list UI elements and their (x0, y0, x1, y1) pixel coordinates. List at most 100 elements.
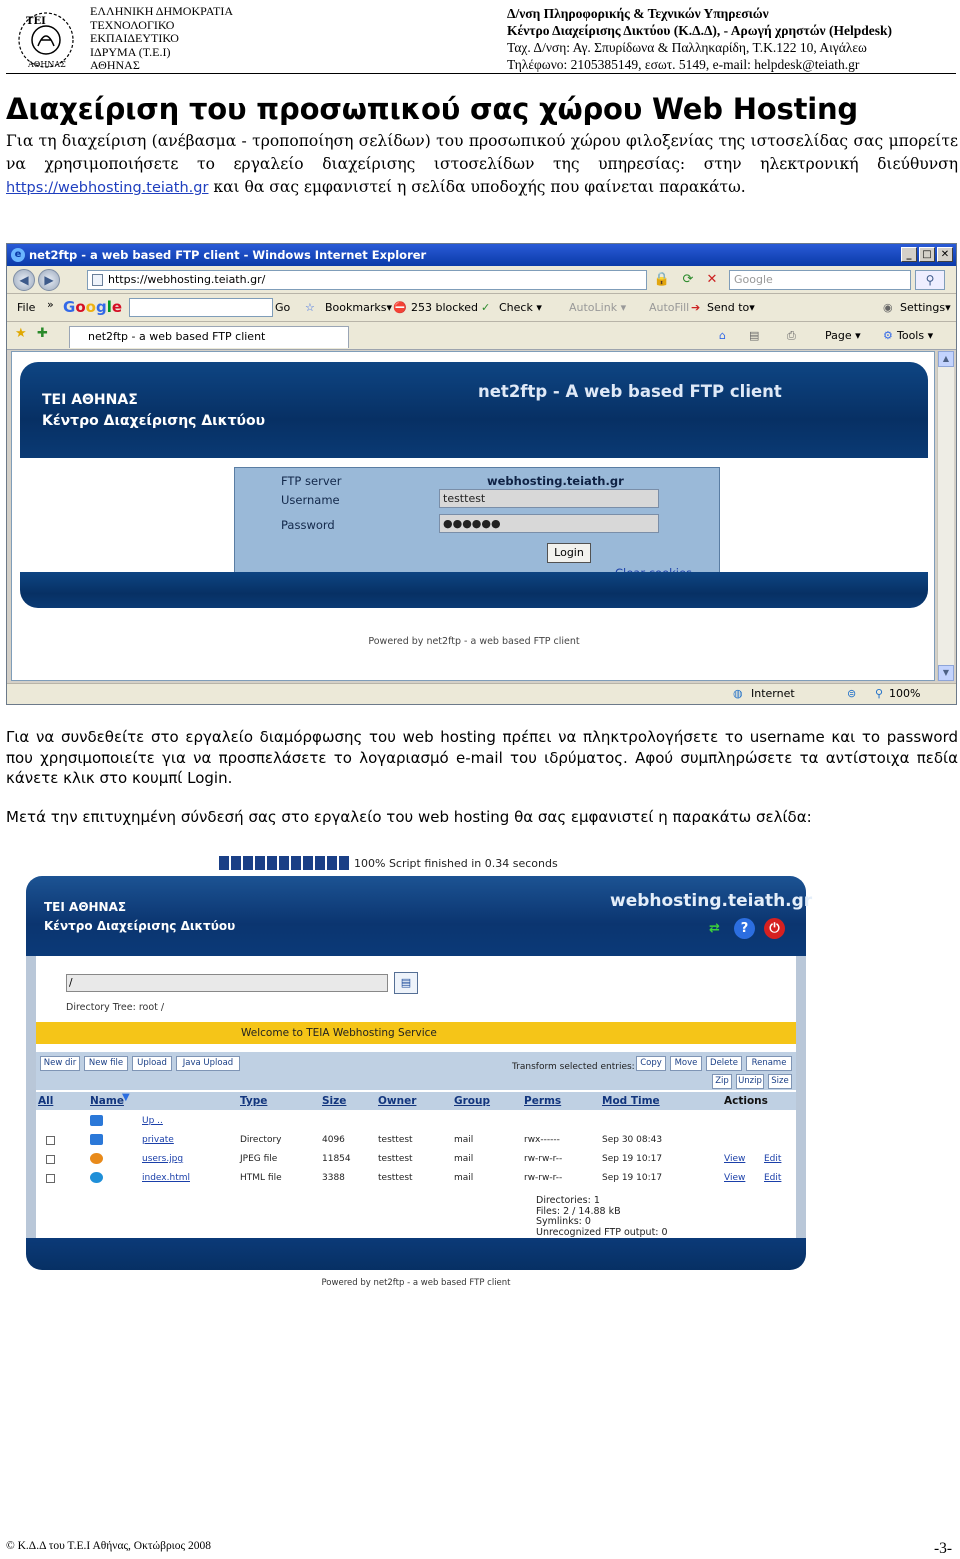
print-icon[interactable]: ⎙ (787, 329, 796, 343)
zoom-level[interactable]: 100% (889, 687, 920, 700)
file-perms: rw-rw-r-- (524, 1154, 563, 1164)
browse-directory-icon[interactable]: ▤ (394, 972, 418, 994)
password-input[interactable]: ●●●●●● (439, 514, 659, 533)
stop-icon[interactable]: ✕ (703, 270, 721, 290)
row-checkbox[interactable] (46, 1136, 55, 1145)
view-link[interactable]: View (724, 1173, 745, 1183)
help-icon[interactable]: ? (734, 918, 755, 939)
address-url: https://webhosting.teiath.gr/ (108, 273, 266, 286)
progress-block (243, 856, 253, 870)
tab-bar: ★ ✚ net2ftp - a web based FTP client ⌂ ▤… (7, 322, 956, 350)
java-upload-button[interactable]: Java Upload (176, 1056, 240, 1071)
summary-directories: Directories: 1 (536, 1195, 600, 1206)
close-icon[interactable]: ✕ (937, 247, 953, 262)
file-name[interactable]: private (142, 1135, 174, 1145)
col-owner[interactable]: Owner (378, 1095, 416, 1107)
progress-block (279, 856, 289, 870)
col-name[interactable]: Name (90, 1095, 124, 1107)
back-icon[interactable]: ◀ (13, 269, 35, 291)
logout-icon[interactable]: ⏻ (764, 918, 785, 939)
browser-titlebar: e net2ftp - a web based FTP client - Win… (7, 244, 956, 266)
page-menu[interactable]: Page ▾ (825, 329, 861, 342)
directory-input[interactable]: / (66, 974, 388, 992)
brand-line-2: Κέντρο Διαχείρισης Δικτύου (42, 413, 266, 429)
vertical-scrollbar[interactable]: ▲ ▼ (937, 351, 954, 681)
file-menu[interactable]: File (17, 301, 35, 314)
edit-link[interactable]: Edit (764, 1154, 781, 1164)
scroll-down-icon[interactable]: ▼ (938, 665, 954, 681)
move-button[interactable]: Move (670, 1056, 702, 1071)
unzip-button[interactable]: Unzip (736, 1074, 764, 1089)
address-input[interactable]: https://webhosting.teiath.gr/ (87, 270, 647, 290)
col-size[interactable]: Size (322, 1095, 346, 1107)
size-button[interactable]: Size (768, 1074, 792, 1089)
col-perms[interactable]: Perms (524, 1095, 561, 1107)
new-file-button[interactable]: New file (84, 1056, 128, 1071)
star-icon[interactable]: ☆ (305, 301, 315, 314)
refresh-icon[interactable]: ⟳ (679, 270, 697, 290)
bookmarks-menu[interactable]: Bookmarks▾ (325, 301, 392, 314)
table-row-up: Up .. (36, 1112, 796, 1131)
chevron-icon[interactable]: » (47, 298, 54, 311)
delete-button[interactable]: Delete (706, 1056, 742, 1071)
google-search-box[interactable] (129, 298, 273, 317)
autofill-button[interactable]: AutoFill (649, 301, 689, 314)
maximize-icon[interactable]: □ (919, 247, 935, 262)
zip-button[interactable]: Zip (712, 1074, 732, 1089)
home-icon[interactable]: ⌂ (719, 329, 726, 342)
webhosting-link[interactable]: https://webhosting.teiath.gr (6, 180, 208, 196)
forward-icon[interactable]: ▶ (38, 269, 60, 291)
row-checkbox[interactable] (46, 1155, 55, 1164)
refresh-icon[interactable]: ⇄ (704, 918, 725, 939)
lock-icon[interactable]: 🔒 (653, 270, 671, 290)
tab-net2ftp[interactable]: net2ftp - a web based FTP client (69, 326, 349, 348)
tools-menu[interactable]: Tools ▾ (897, 329, 933, 342)
department-subunit: Κέντρο Διαχείρισης Δικτύου (Κ.Δ.Δ), - Αρ… (507, 23, 892, 38)
sort-desc-icon: ▼ (122, 1092, 130, 1103)
col-all[interactable]: All (38, 1095, 53, 1107)
settings-menu[interactable]: Settings▾ (900, 301, 951, 314)
edit-link[interactable]: Edit (764, 1173, 781, 1183)
check-menu[interactable]: Check ▾ (499, 301, 542, 314)
login-button[interactable]: Login (547, 543, 591, 563)
upload-button[interactable]: Upload (132, 1056, 172, 1071)
progress-text: 100% Script finished in 0.34 seconds (354, 857, 558, 870)
sendto-menu[interactable]: Send to▾ (707, 301, 755, 314)
fm-brand-line-1: ΤΕΙ ΑΘΗΝΑΣ (44, 900, 127, 914)
add-favorite-icon[interactable]: ✚ (37, 326, 48, 341)
file-name[interactable]: index.html (142, 1173, 190, 1183)
col-type[interactable]: Type (240, 1095, 267, 1107)
favorites-star-icon[interactable]: ★ (15, 326, 27, 341)
view-link[interactable]: View (724, 1154, 745, 1164)
scroll-up-icon[interactable]: ▲ (938, 351, 954, 367)
department-address: Ταχ. Δ/νση: Αγ. Σπυρίδωνα & Παλληκαρίδη,… (507, 40, 867, 55)
new-dir-button[interactable]: New dir (40, 1056, 80, 1071)
col-group[interactable]: Group (454, 1095, 490, 1107)
ftp-server-value: webhosting.teiath.gr (487, 474, 624, 488)
go-button[interactable]: Go (275, 301, 290, 314)
up-link[interactable]: Up .. (142, 1116, 163, 1126)
search-icon[interactable]: ⚲ (915, 270, 945, 290)
file-group: mail (454, 1135, 474, 1145)
col-mod-time[interactable]: Mod Time (602, 1095, 660, 1107)
ftp-server-label: FTP server (281, 474, 342, 488)
username-input[interactable]: testtest (439, 489, 659, 508)
file-mod-time: Sep 19 10:17 (602, 1173, 663, 1183)
department-phone-email: Τηλέφωνο: 2105385149, εσωτ. 5149, e-mail… (507, 57, 860, 72)
feeds-icon[interactable]: ▤ (749, 329, 759, 342)
file-name[interactable]: users.jpg (142, 1154, 183, 1164)
popup-blocked-count[interactable]: 253 blocked (411, 301, 478, 314)
window-controls: _ □ ✕ (901, 247, 953, 262)
intro-paragraph: Για τη διαχείριση (ανέβασμα - τροποποίησ… (6, 130, 958, 200)
autolink-menu[interactable]: AutoLink ▾ (569, 301, 626, 314)
copy-button[interactable]: Copy (636, 1056, 666, 1071)
file-group: mail (454, 1154, 474, 1164)
search-input[interactable]: Google (729, 270, 911, 290)
rename-button[interactable]: Rename (746, 1056, 792, 1071)
fm-powered-by: Powered by net2ftp - a web based FTP cli… (321, 1278, 511, 1288)
progress-block (231, 856, 241, 870)
progress-block (327, 856, 337, 870)
row-checkbox[interactable] (46, 1174, 55, 1183)
minimize-icon[interactable]: _ (901, 247, 917, 262)
filemanager-brand: ΤΕΙ ΑΘΗΝΑΣ Κέντρο Διαχείρισης Δικτύου (44, 898, 235, 936)
